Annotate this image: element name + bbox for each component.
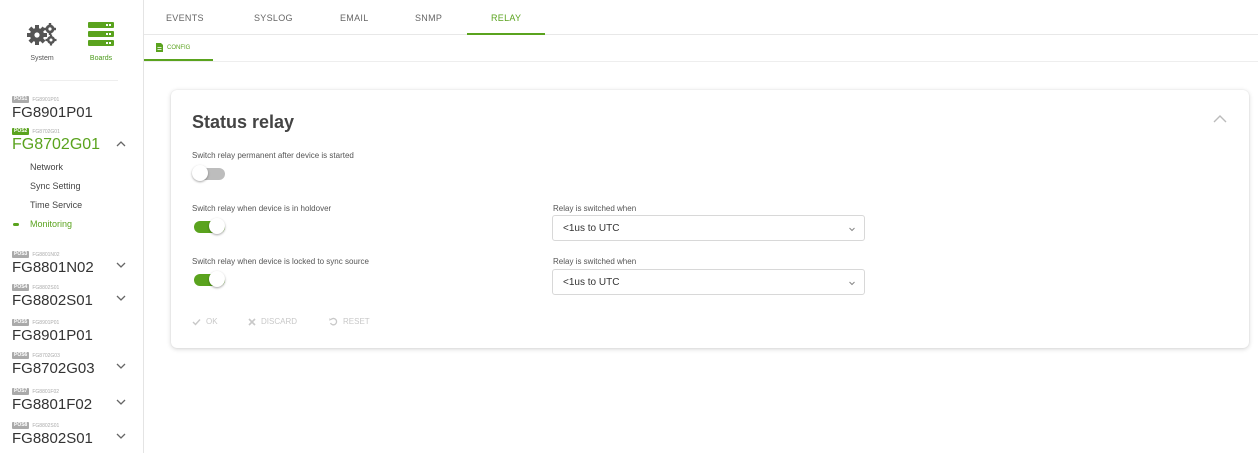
subtab-config-label: CONFIG — [167, 44, 191, 51]
tab-email[interactable]: EMAIL — [340, 13, 369, 23]
chevron-down-icon — [848, 225, 856, 233]
board-code: FG8802S01 — [32, 284, 60, 291]
position-badge: POS3 — [12, 251, 30, 258]
permanent-switch-toggle[interactable] — [192, 165, 225, 181]
chevron-down-icon[interactable] — [115, 259, 127, 271]
board-item-pos2[interactable]: POS2 FG8702G01 FG8702G01 — [12, 128, 137, 153]
boards-icon — [88, 22, 114, 46]
board-item-pos5[interactable]: POS5 FG8901P01 FG8901P01 — [12, 319, 137, 344]
submenu-monitoring[interactable]: Monitoring — [30, 219, 72, 229]
position-badge: POS2 — [12, 128, 30, 135]
system-tool-label: System — [30, 55, 54, 62]
discard-button[interactable]: DISCARD — [248, 317, 297, 326]
boards-tool-label: Boards — [89, 55, 113, 62]
top-tabs: EVENTS SYSLOG EMAIL SNMP RELAY — [144, 0, 1258, 35]
subtab-config[interactable]: CONFIG — [156, 43, 190, 52]
board-item-pos8[interactable]: POS8 FG8802S01 FG8802S01 — [12, 422, 137, 447]
reset-label: RESET — [343, 317, 370, 326]
board-code: FG8702G03 — [32, 352, 60, 359]
submenu-time-service[interactable]: Time Service — [30, 200, 82, 210]
board-code: FG8802S01 — [32, 422, 60, 429]
position-badge: POS4 — [12, 284, 30, 291]
card-title: Status relay — [192, 112, 295, 132]
ok-label: OK — [206, 317, 218, 326]
tab-snmp[interactable]: SNMP — [415, 13, 442, 23]
board-name: FG8901P01 — [12, 327, 93, 344]
board-item-pos6[interactable]: POS6 FG8702G03 FG8702G03 — [12, 352, 137, 377]
holdover-switch-toggle[interactable] — [192, 218, 225, 234]
ok-button[interactable]: OK — [192, 317, 218, 326]
chevron-down-icon[interactable] — [115, 360, 127, 372]
locked-switch-label: Switch relay when device is locked to sy… — [192, 257, 369, 266]
chevron-down-icon[interactable] — [115, 292, 127, 304]
sub-tabs: CONFIG — [144, 35, 1258, 62]
status-relay-card: Status relay Switch relay permanent afte… — [171, 90, 1249, 348]
position-badge: POS6 — [12, 352, 30, 359]
holdover-switch-label: Switch relay when device is in holdover — [192, 204, 332, 213]
board-item-pos3[interactable]: POS3 FG8801N02 FG8801N02 — [12, 251, 137, 276]
locked-switch-toggle[interactable] — [192, 271, 225, 287]
sidebar: System Boards POS1 FG8901P01 FG8901P01 P… — [0, 0, 144, 453]
tab-syslog[interactable]: SYSLOG — [254, 13, 293, 23]
select-value: <1us to UTC — [563, 277, 620, 288]
document-icon — [156, 43, 163, 52]
select-value: <1us to UTC — [563, 223, 620, 234]
reset-icon — [329, 317, 338, 326]
locked-condition-select[interactable]: <1us to UTC — [552, 269, 865, 295]
holdover-condition-select[interactable]: <1us to UTC — [552, 215, 865, 241]
system-tool-button[interactable]: System — [17, 22, 67, 62]
board-item-pos1[interactable]: POS1 FG8901P01 FG8901P01 — [12, 96, 137, 121]
board-name: FG8901P01 — [12, 104, 93, 121]
sidebar-tools: System Boards — [0, 0, 144, 72]
boards-tool-button[interactable]: Boards — [76, 22, 126, 62]
board-item-pos4[interactable]: POS4 FG8802S01 FG8802S01 — [12, 284, 137, 309]
tab-events[interactable]: EVENTS — [166, 13, 204, 23]
position-badge: POS1 — [12, 96, 30, 103]
permanent-switch-label: Switch relay permanent after device is s… — [192, 151, 354, 160]
board-code: FG8901P01 — [32, 96, 60, 103]
position-badge: POS7 — [12, 388, 30, 395]
discard-label: DISCARD — [261, 317, 298, 326]
chevron-up-icon[interactable] — [1213, 114, 1227, 124]
board-code: FG8901P01 — [32, 319, 60, 326]
chevron-up-icon[interactable] — [115, 138, 127, 150]
close-icon — [248, 317, 256, 326]
board-code: FG8702G01 — [32, 128, 60, 135]
position-badge: POS8 — [12, 422, 30, 429]
chevron-down-icon[interactable] — [115, 430, 127, 442]
board-item-pos7[interactable]: POS7 FG8801F02 FG8801F02 — [12, 388, 137, 413]
board-code: FG8801N02 — [32, 251, 60, 258]
sidebar-divider — [40, 80, 118, 81]
app: System Boards POS1 FG8901P01 FG8901P01 P… — [0, 0, 1258, 453]
check-icon — [192, 318, 201, 326]
gears-icon — [25, 22, 59, 46]
position-badge: POS5 — [12, 319, 30, 326]
submenu-sync-setting[interactable]: Sync Setting — [30, 181, 81, 191]
submenu-network[interactable]: Network — [30, 162, 63, 172]
locked-select-label: Relay is switched when — [553, 257, 637, 266]
active-indicator — [13, 223, 19, 226]
chevron-down-icon — [848, 279, 856, 287]
active-subtab-underline — [144, 59, 213, 61]
holdover-select-label: Relay is switched when — [553, 204, 637, 213]
chevron-down-icon[interactable] — [115, 396, 127, 408]
reset-button[interactable]: RESET — [329, 317, 370, 326]
tab-relay[interactable]: RELAY — [491, 13, 521, 23]
board-code: FG8801F02 — [32, 388, 60, 395]
